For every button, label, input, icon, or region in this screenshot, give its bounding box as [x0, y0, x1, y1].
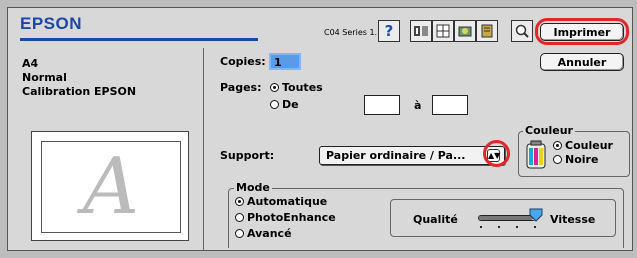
brand-rule — [20, 38, 258, 41]
radio-unselected-icon — [553, 155, 562, 164]
help-icon[interactable]: ? — [378, 20, 400, 42]
slider-tick — [498, 226, 500, 228]
page-range-to-label: à — [414, 99, 422, 112]
ink-cartridge-icon — [525, 140, 547, 173]
cancel-button[interactable]: Annuler — [540, 53, 624, 71]
orientation-text: Normal — [22, 71, 67, 84]
radio-selected-icon — [235, 197, 244, 206]
slider-tick — [534, 226, 536, 228]
paper-size-text: A4 — [22, 57, 39, 70]
speed-label: Vitesse — [550, 213, 596, 226]
custom-settings-icon[interactable] — [476, 20, 498, 42]
paper-type-value: Papier ordinaire / Pa... — [326, 149, 466, 162]
slider-tick — [516, 226, 518, 228]
mode-advanced-label: Avancé — [247, 227, 292, 240]
radio-selected-icon — [553, 141, 562, 150]
popup-arrows-icon: ▲▼ — [487, 149, 501, 162]
page-from-field[interactable] — [364, 95, 400, 115]
mode-group-legend: Mode — [234, 181, 272, 194]
page-preview: A — [31, 131, 189, 241]
calibration-text: Calibration EPSON — [22, 85, 137, 98]
copies-field[interactable]: 1 — [269, 53, 301, 70]
mode-photoenhance-radio[interactable]: PhotoEnhance — [235, 211, 336, 224]
layout-icon[interactable] — [432, 20, 454, 42]
black-option-label: Noire — [565, 153, 599, 166]
slider-fill — [479, 216, 533, 220]
settings-summary-panel: A4 Normal Calibration EPSON A — [8, 48, 204, 251]
background-printing-icon[interactable] — [454, 20, 476, 42]
pages-range-label: De — [282, 98, 299, 111]
print-button[interactable]: Imprimer — [540, 23, 624, 41]
pages-label: Pages: — [220, 81, 262, 94]
slider-tick — [480, 226, 482, 228]
pages-all-label: Toutes — [282, 81, 323, 94]
preview-letter: A — [82, 142, 140, 232]
radio-unselected-icon — [270, 100, 279, 109]
quality-label: Qualité — [413, 213, 458, 226]
copies-label: Copies: — [220, 55, 266, 68]
color-group-legend: Couleur — [523, 124, 575, 137]
color-radio[interactable]: Couleur — [553, 139, 613, 152]
color-option-label: Couleur — [565, 139, 613, 152]
slider-thumb-icon[interactable] — [528, 207, 544, 223]
paper-type-select[interactable]: Papier ordinaire / Pa... ▲▼ — [319, 146, 505, 165]
preview-icon[interactable] — [511, 20, 533, 42]
mode-photoenhance-label: PhotoEnhance — [247, 211, 336, 224]
page-preview-sheet: A — [41, 141, 181, 233]
page-to-field[interactable] — [432, 95, 468, 115]
support-label: Support: — [220, 149, 275, 162]
mode-automatic-label: Automatique — [247, 195, 328, 208]
print-dialog: EPSON C04 Series 1.10F ? Imprimer Annule… — [7, 7, 633, 251]
radio-unselected-icon — [235, 229, 244, 238]
pages-all-radio[interactable]: Toutes — [270, 81, 323, 94]
dialog-header: EPSON C04 Series 1.10F ? Imprimer — [8, 8, 632, 48]
mode-automatic-radio[interactable]: Automatique — [235, 195, 327, 208]
brand-logo: EPSON — [20, 14, 83, 33]
printer-utility-icon[interactable] — [410, 20, 432, 42]
radio-unselected-icon — [235, 213, 244, 222]
pages-range-radio[interactable]: De — [270, 98, 299, 111]
mode-advanced-radio[interactable]: Avancé — [235, 227, 292, 240]
radio-selected-icon — [270, 83, 279, 92]
black-radio[interactable]: Noire — [553, 153, 598, 166]
